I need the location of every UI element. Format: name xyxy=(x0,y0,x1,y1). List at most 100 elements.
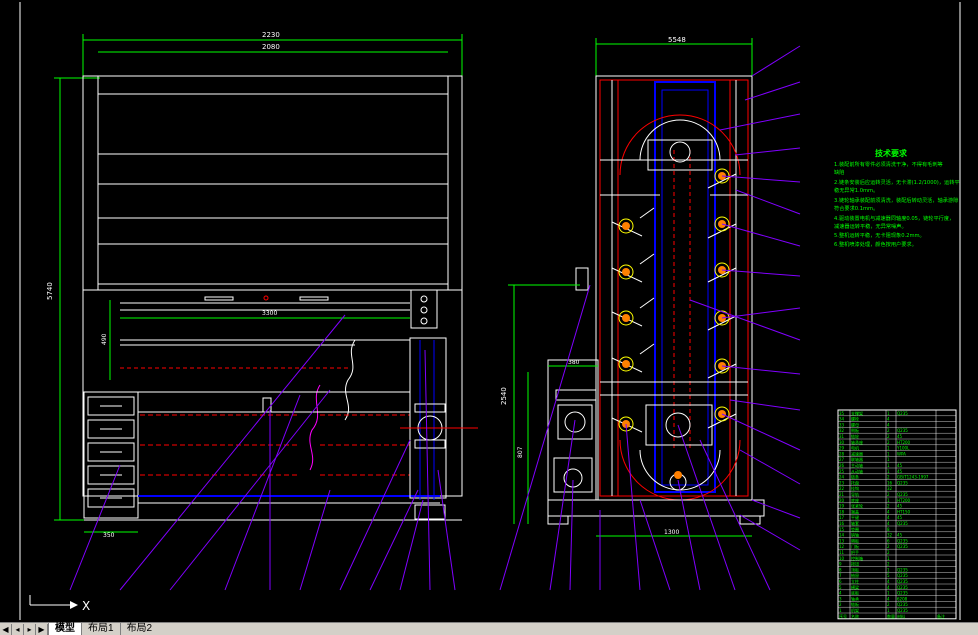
drawing-canvas[interactable]: 2230 2080 5740 3300 490 350 5548 2540 80… xyxy=(0,0,978,622)
parts-list-cell: Q235 xyxy=(897,480,908,485)
parts-list-cell: 5 xyxy=(839,585,842,590)
tab-nav-first-button[interactable]: ◀ xyxy=(0,623,12,635)
parts-list-cell: 2 xyxy=(887,562,890,567)
note-line: 符合要求0.1mm。 xyxy=(834,204,878,212)
parts-list-cell: 27 xyxy=(839,457,845,462)
parts-list-cell: 21 xyxy=(839,492,845,497)
parts-list-cell: Q235 xyxy=(897,544,908,549)
note-line: 5.整机运转平稳，无卡阻现象0.2mm。 xyxy=(834,231,925,239)
parts-list-cell: 顶板 xyxy=(851,566,859,572)
parts-list-cell: 23 xyxy=(839,480,845,485)
cad-drawing[interactable]: 2230 2080 5740 3300 490 350 5548 2540 80… xyxy=(0,0,978,622)
parts-list-cell: 6 xyxy=(887,538,890,543)
parts-list-cell: 4 xyxy=(887,579,890,584)
parts-list-cell: Q235 xyxy=(897,591,908,596)
parts-list-cell: 16 xyxy=(887,480,893,485)
dim-left-inner: 2080 xyxy=(262,43,280,51)
tab-nav-next-button[interactable]: ▸ xyxy=(24,623,36,635)
parts-list-cell: 张紧轮 xyxy=(851,503,863,509)
parts-list-cell: 把手 xyxy=(851,549,859,555)
parts-list-cell: 减速器 xyxy=(851,450,863,456)
parts-list-cell: 4 xyxy=(887,417,890,422)
parts-list-cell: 5 xyxy=(887,573,890,578)
parts-list-cell: 链板 xyxy=(851,601,859,607)
dim-left-total: 2230 xyxy=(262,31,280,39)
parts-list-cell: 联轴器 xyxy=(851,456,863,462)
parts-list-cell: 2 xyxy=(887,504,890,509)
parts-list-cell: 8 xyxy=(839,567,842,572)
parts-list-cell: Q235 xyxy=(897,492,908,497)
parts-list-table: 35 支撑架 1 Q23534 螺栓 433 螺母 432 侧板 2 Q23531 链轮 2 4530 轴承… xyxy=(837,409,957,620)
parts-list-cell: 30 xyxy=(839,440,845,445)
note-line: 6.整机喷漆处理，颜色按用户要求。 xyxy=(834,240,917,248)
parts-list-cell: 4 xyxy=(887,596,890,601)
parts-list-cell: 1 xyxy=(887,608,890,613)
parts-list-cell: 28 xyxy=(839,451,845,456)
parts-list-cell: 底座 xyxy=(851,497,859,503)
parts-list-cell: 24 xyxy=(839,475,845,480)
parts-list-cell: 1 xyxy=(887,556,890,561)
parts-list-cell: Q235 xyxy=(897,608,908,613)
parts-list-cell: HT200 xyxy=(897,440,911,445)
parts-list-cell: WPA xyxy=(897,451,906,456)
parts-list-cell: 横梁 xyxy=(851,584,859,590)
parts-list-cell: 底板 xyxy=(851,590,859,596)
parts-list-cell: 2 xyxy=(887,475,890,480)
parts-list-cell: Q235 xyxy=(897,428,908,433)
parts-list-cell: 按钮 xyxy=(851,561,859,567)
ucs-x-label: X xyxy=(82,599,90,613)
parts-list-cell: Q235 xyxy=(897,521,908,526)
parts-list-cell: 45 xyxy=(897,533,903,538)
parts-list-cell: 22 xyxy=(839,486,845,491)
parts-list-cell: 2 xyxy=(887,434,890,439)
parts-list-cell: 垫圈 xyxy=(851,526,859,532)
parts-list-cell: 1 xyxy=(887,411,890,416)
parts-list-cell: 链条 xyxy=(851,474,859,480)
parts-list-cell: 螺栓 xyxy=(851,416,859,422)
dim-right-top: 5548 xyxy=(668,36,686,44)
dim-right-height-2: 807 xyxy=(517,446,524,458)
parts-list-cell: 材料 xyxy=(897,613,905,619)
note-line: 稳无异常1.0mm。 xyxy=(834,186,878,194)
dim-right-height-1: 2540 xyxy=(500,387,508,405)
parts-list-cell: 45 xyxy=(897,434,903,439)
parts-list-cell: 15 xyxy=(839,527,845,532)
parts-list-cell: 45 xyxy=(897,463,903,468)
parts-list-cell: 10 xyxy=(839,556,845,561)
parts-list-cell: 17 xyxy=(839,515,845,520)
parts-list-cell: 数量 xyxy=(887,613,895,619)
parts-list-cell: 20 xyxy=(839,498,845,503)
parts-list-cell: 2 xyxy=(839,602,842,607)
right-view: 5548 2540 807 380 1300 xyxy=(499,36,801,591)
parts-list-cell: 序号 xyxy=(839,613,847,619)
parts-list-cell: Q235 xyxy=(897,411,908,416)
note-line: 2.链条安装后应运转灵活，无卡滞(1.2/1000)，运转平 xyxy=(834,178,960,186)
parts-list-cell: 螺母 xyxy=(851,421,859,427)
parts-list-cell: 1 xyxy=(887,498,890,503)
left-view: 2230 2080 5740 3300 490 350 xyxy=(46,31,478,591)
parts-list-cell: 4 xyxy=(887,515,890,520)
tab-nav-prev-button[interactable]: ◂ xyxy=(12,623,24,635)
parts-list-cell: 导轨 xyxy=(851,491,859,497)
parts-list-cell: 16 xyxy=(839,521,845,526)
parts-list-cell: 1 xyxy=(887,469,890,474)
parts-list-cell: 34 xyxy=(839,417,845,422)
parts-list-cell: Q235 xyxy=(897,585,908,590)
parts-list-cell: 1 xyxy=(887,567,890,572)
parts-list-cell: 6208 xyxy=(897,596,908,601)
parts-list-cell: 45 xyxy=(897,469,903,474)
parts-list-cell: 8 xyxy=(887,527,890,532)
parts-list-cell: 托盘 xyxy=(851,479,859,485)
tab-nav-last-button[interactable]: ▶ xyxy=(36,623,48,635)
tab-model[interactable]: 模型 xyxy=(48,623,81,635)
parts-list-cell: 26 xyxy=(839,463,845,468)
ucs-icon: X xyxy=(29,595,90,613)
tab-layout2[interactable]: 布局2 xyxy=(119,623,159,635)
parts-list-cell: 端盖 xyxy=(851,508,859,514)
parts-list-cell: 2 xyxy=(887,544,890,549)
parts-list-cell: 1 xyxy=(887,451,890,456)
parts-list-cell: 支撑架 xyxy=(851,410,863,416)
tab-layout1[interactable]: 布局1 xyxy=(81,623,120,635)
parts-list-cell: Q235 xyxy=(897,538,908,543)
parts-list-cell: 3 xyxy=(839,596,842,601)
